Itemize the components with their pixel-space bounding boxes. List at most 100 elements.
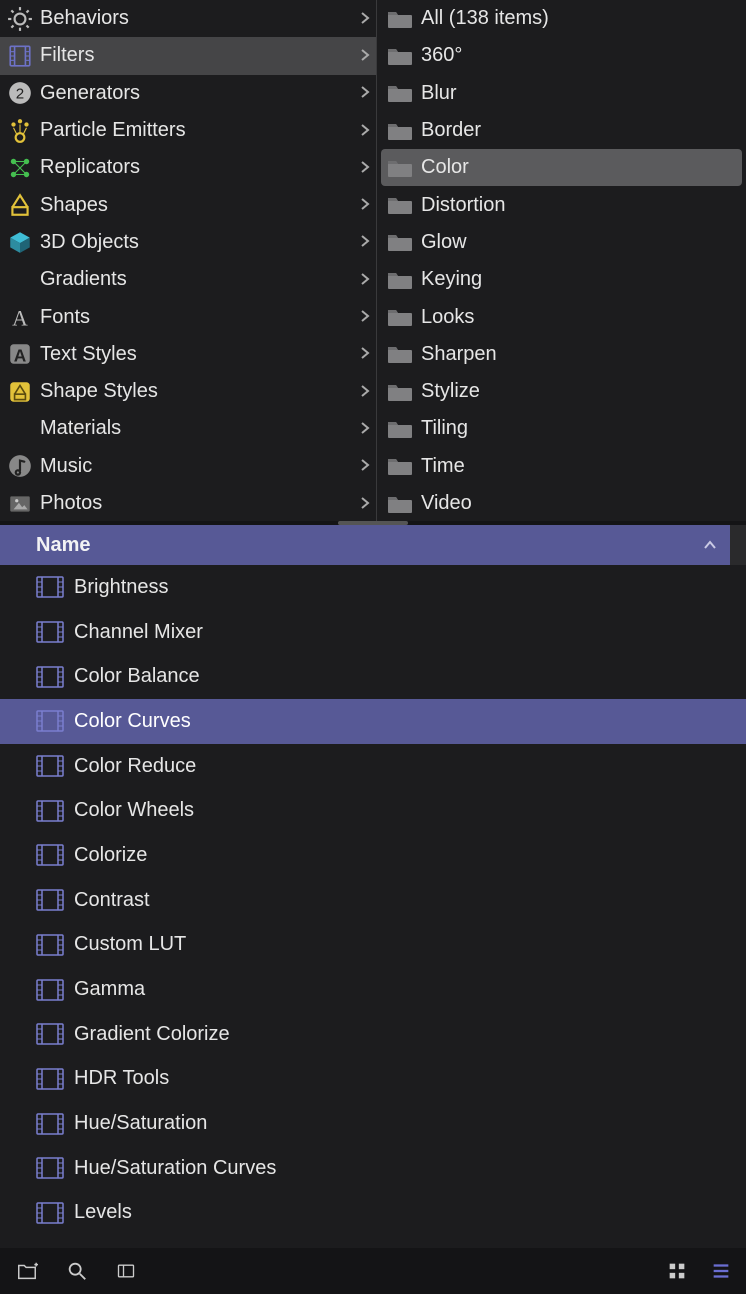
category-row[interactable]: Materials bbox=[0, 410, 376, 447]
new-folder-button[interactable] bbox=[14, 1260, 40, 1282]
list-item[interactable]: Brightness bbox=[0, 565, 746, 610]
chevron-right-icon bbox=[360, 11, 370, 27]
list-item[interactable]: HDR Tools bbox=[0, 1057, 746, 1102]
emitter-icon bbox=[6, 117, 34, 145]
subcategory-row[interactable]: Distortion bbox=[381, 186, 742, 223]
folder-icon bbox=[387, 232, 413, 252]
list-item[interactable]: Color Balance bbox=[0, 654, 746, 699]
folder-icon bbox=[387, 419, 413, 439]
scrollbar-track[interactable] bbox=[730, 525, 746, 565]
list-item[interactable]: Custom LUT bbox=[0, 923, 746, 968]
category-row[interactable]: Filters bbox=[0, 37, 376, 74]
chevron-right-icon bbox=[360, 421, 370, 437]
list-view-button[interactable] bbox=[710, 1260, 732, 1282]
photo-icon bbox=[6, 490, 34, 518]
sphere-icon bbox=[6, 415, 34, 443]
list-item[interactable]: Color Reduce bbox=[0, 744, 746, 789]
filter-item-icon bbox=[36, 1202, 64, 1224]
folder-icon bbox=[387, 121, 413, 141]
filter-item-icon bbox=[36, 576, 64, 598]
category-row[interactable]: Text Styles bbox=[0, 336, 376, 373]
subcategory-row[interactable]: Glow bbox=[381, 224, 742, 261]
sort-indicator-icon bbox=[704, 537, 716, 553]
category-row[interactable]: Music bbox=[0, 448, 376, 485]
subcategory-label: Video bbox=[421, 492, 472, 515]
chevron-right-icon bbox=[360, 458, 370, 474]
chevron-right-icon bbox=[360, 346, 370, 362]
list-item[interactable]: Gradient Colorize bbox=[0, 1012, 746, 1057]
replicator-icon bbox=[6, 154, 34, 182]
subcategory-row[interactable]: Tiling bbox=[381, 410, 742, 447]
subcategory-row[interactable]: Border bbox=[381, 112, 742, 149]
subcategory-row[interactable]: 360° bbox=[381, 37, 742, 74]
category-row[interactable]: Gradients bbox=[0, 261, 376, 298]
subcategory-row[interactable]: Video bbox=[381, 485, 742, 521]
subcategory-label: Glow bbox=[421, 231, 467, 254]
list-item[interactable]: Channel Mixer bbox=[0, 610, 746, 655]
list-item[interactable]: Hue/Saturation Curves bbox=[0, 1146, 746, 1191]
category-column: Behaviors Filters Generators Particle Emitt… bbox=[0, 0, 377, 521]
list-item[interactable]: Hue/Saturation bbox=[0, 1101, 746, 1146]
folder-icon bbox=[387, 83, 413, 103]
chevron-right-icon bbox=[360, 234, 370, 250]
grid-view-button[interactable] bbox=[666, 1260, 688, 1282]
category-row[interactable]: Fonts bbox=[0, 298, 376, 335]
category-label: Photos bbox=[40, 492, 360, 515]
subcategory-row[interactable]: Stylize bbox=[381, 373, 742, 410]
subcategory-label: 360° bbox=[421, 44, 462, 67]
subcategory-row[interactable]: Looks bbox=[381, 298, 742, 335]
category-row[interactable]: Particle Emitters bbox=[0, 112, 376, 149]
filter-item-icon bbox=[36, 979, 64, 1001]
list-item-label: Levels bbox=[74, 1201, 132, 1224]
category-label: Music bbox=[40, 455, 360, 478]
subcategory-row[interactable]: Sharpen bbox=[381, 336, 742, 373]
list-item[interactable]: Contrast bbox=[0, 878, 746, 923]
filter-item-icon bbox=[36, 1157, 64, 1179]
category-row[interactable]: 3D Objects bbox=[0, 224, 376, 261]
list-item[interactable]: Color Wheels bbox=[0, 788, 746, 833]
list-item-label: Gamma bbox=[74, 978, 145, 1001]
library-browser: Behaviors Filters Generators Particle Emitt… bbox=[0, 0, 746, 521]
list-item[interactable]: Colorize bbox=[0, 833, 746, 878]
filter-item-icon bbox=[36, 1023, 64, 1045]
shape-icon bbox=[6, 191, 34, 219]
filter-item-icon bbox=[36, 1068, 64, 1090]
subcategory-row[interactable]: Color bbox=[381, 149, 742, 186]
subcategory-row[interactable]: Time bbox=[381, 448, 742, 485]
folder-icon bbox=[387, 158, 413, 178]
toggle-sidebar-button[interactable] bbox=[114, 1261, 138, 1281]
item-list: Name BrightnessChannel MixerColor Balanc… bbox=[0, 525, 746, 1248]
search-button[interactable] bbox=[66, 1260, 88, 1282]
badge2-icon bbox=[6, 79, 34, 107]
list-item-label: Color Wheels bbox=[74, 799, 194, 822]
subcategory-row[interactable]: All (138 items) bbox=[381, 0, 742, 37]
category-row[interactable]: Generators bbox=[0, 75, 376, 112]
filter-item-icon bbox=[36, 755, 64, 777]
folder-icon bbox=[387, 307, 413, 327]
category-label: Generators bbox=[40, 82, 360, 105]
category-row[interactable]: Shape Styles bbox=[0, 373, 376, 410]
column-header-name[interactable]: Name bbox=[36, 534, 704, 557]
category-label: Text Styles bbox=[40, 343, 360, 366]
category-row[interactable]: Replicators bbox=[0, 149, 376, 186]
category-row[interactable]: Photos bbox=[0, 485, 376, 521]
category-row[interactable]: Behaviors bbox=[0, 0, 376, 37]
subcategory-label: Border bbox=[421, 119, 481, 142]
category-label: Filters bbox=[40, 44, 360, 67]
folder-icon bbox=[387, 494, 413, 514]
list-item[interactable]: Levels bbox=[0, 1191, 746, 1236]
list-item[interactable]: Gamma bbox=[0, 967, 746, 1012]
filter-item-icon bbox=[36, 621, 64, 643]
subcategory-label: Keying bbox=[421, 268, 482, 291]
list-item[interactable]: Color Curves bbox=[0, 699, 746, 744]
filter-item-icon bbox=[36, 666, 64, 688]
chevron-right-icon bbox=[360, 496, 370, 512]
subcategory-row[interactable]: Blur bbox=[381, 75, 742, 112]
filter-item-icon bbox=[36, 800, 64, 822]
category-row[interactable]: Shapes bbox=[0, 186, 376, 223]
chevron-right-icon bbox=[360, 123, 370, 139]
category-label: Behaviors bbox=[40, 7, 360, 30]
music-icon bbox=[6, 452, 34, 480]
list-header[interactable]: Name bbox=[0, 525, 746, 565]
subcategory-row[interactable]: Keying bbox=[381, 261, 742, 298]
